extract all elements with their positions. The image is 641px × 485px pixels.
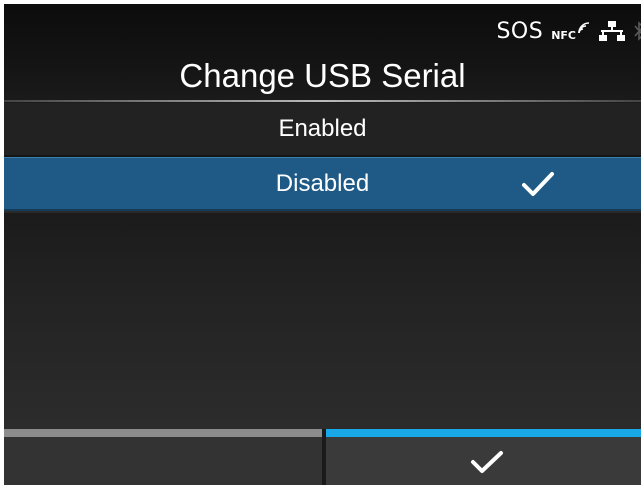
list-empty-area (4, 213, 641, 429)
option-list: Enabled Disabled (4, 103, 641, 211)
option-disabled[interactable]: Disabled (4, 157, 641, 211)
check-icon (522, 172, 554, 196)
option-enabled[interactable]: Enabled (4, 103, 641, 157)
confirm-softkey-bar (326, 429, 641, 437)
header: SOS NFC Change USB Serial (4, 4, 641, 104)
printer-display: SOS NFC Change USB Serial Enabled Disabl… (4, 4, 641, 485)
bluetooth-icon (634, 21, 641, 41)
network-icon (599, 21, 625, 41)
softkey-bar (4, 429, 641, 485)
check-icon (471, 451, 503, 473)
option-label: Disabled (275, 170, 370, 197)
title-divider (4, 100, 641, 102)
left-softkey-bar (4, 429, 322, 437)
confirm-softkey[interactable] (326, 429, 641, 485)
left-softkey[interactable] (4, 429, 322, 485)
sos-indicator: SOS (496, 18, 544, 44)
option-label: Enabled (278, 115, 367, 142)
status-bar: SOS NFC (496, 18, 641, 44)
nfc-icon: NFC (551, 21, 591, 42)
page-title: Change USB Serial (179, 57, 466, 94)
